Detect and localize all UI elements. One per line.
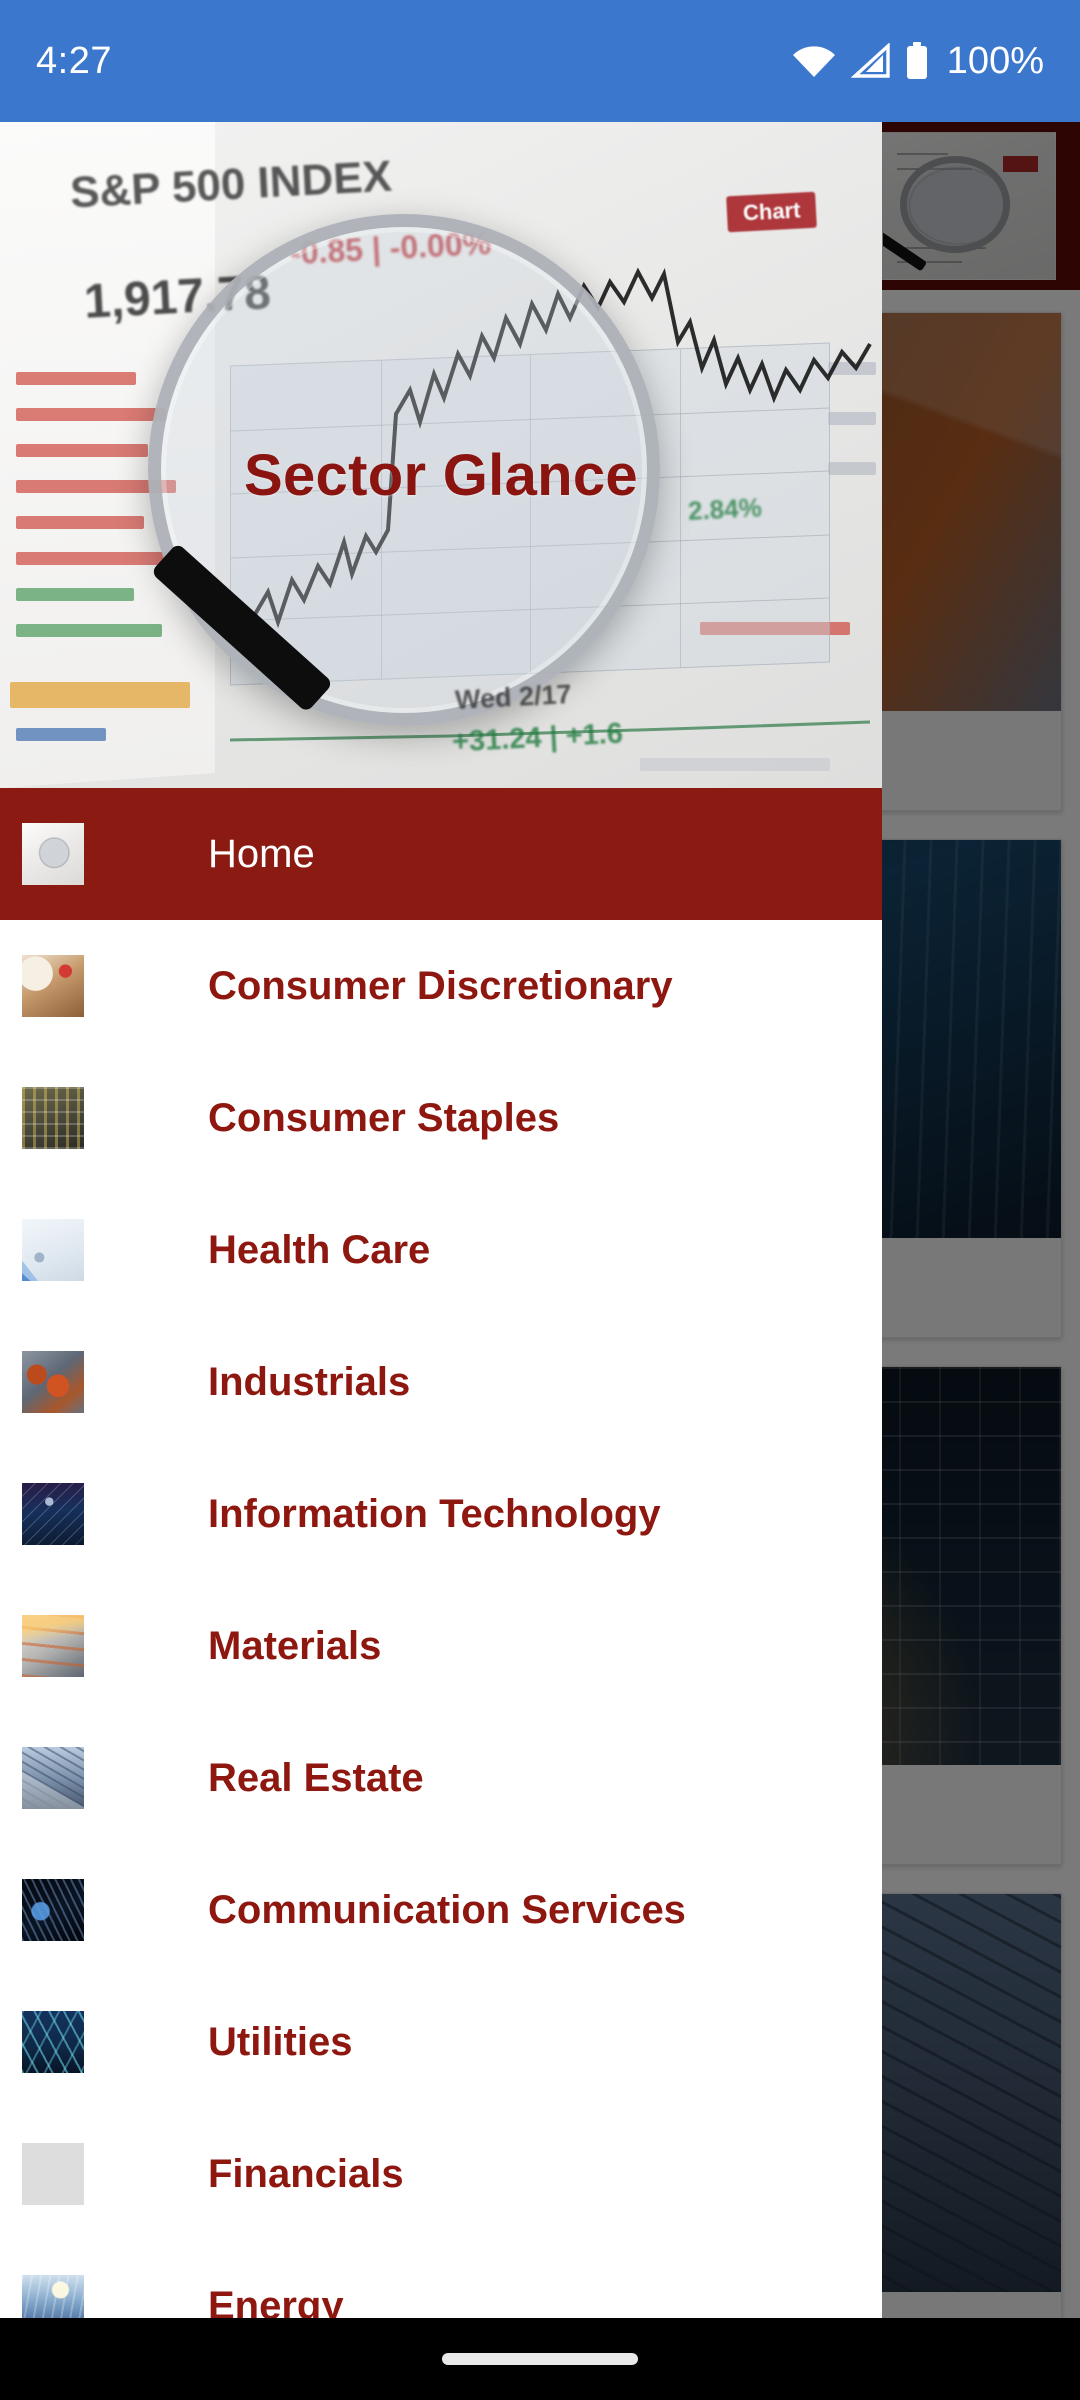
drawer-item-communication-services[interactable]: Communication Services bbox=[0, 1844, 882, 1976]
drawer-item-label: Financials bbox=[208, 2151, 404, 2196]
drawer-item-consumer-discretionary[interactable]: Consumer Discretionary bbox=[0, 920, 882, 1052]
drawer-item-label: Information Technology bbox=[208, 1491, 661, 1536]
drawer-item-thumbnail bbox=[22, 823, 84, 885]
status-bar: 4:27 100% bbox=[0, 0, 1080, 122]
drawer-item-label: Materials bbox=[208, 1623, 382, 1668]
drawer-item-thumbnail bbox=[22, 1087, 84, 1149]
drawer-item-thumbnail bbox=[22, 955, 84, 1017]
drawer-item-materials[interactable]: Materials bbox=[0, 1580, 882, 1712]
drawer-item-label: Real Estate bbox=[208, 1755, 424, 1800]
drawer-item-thumbnail bbox=[22, 2143, 84, 2205]
drawer-item-home[interactable]: Home bbox=[0, 788, 882, 920]
home-gesture-pill[interactable] bbox=[442, 2353, 638, 2365]
app-title: Sector Glance bbox=[244, 443, 638, 508]
drawer-item-thumbnail bbox=[22, 1615, 84, 1677]
backdrop-date: Wed 2/17 bbox=[454, 678, 573, 716]
gesture-navigation-bar bbox=[0, 2318, 1080, 2400]
drawer-item-industrials[interactable]: Industrials bbox=[0, 1316, 882, 1448]
status-time: 4:27 bbox=[36, 39, 112, 82]
battery-icon bbox=[906, 42, 927, 79]
drawer-item-utilities[interactable]: Utilities bbox=[0, 1976, 882, 2108]
drawer-item-thumbnail bbox=[22, 1879, 84, 1941]
drawer-item-thumbnail bbox=[22, 1219, 84, 1281]
battery-percent-label: 100% bbox=[946, 39, 1044, 82]
drawer-item-real-estate[interactable]: Real Estate bbox=[0, 1712, 882, 1844]
drawer-item-thumbnail bbox=[22, 1747, 84, 1809]
backdrop-chart-chip: Chart bbox=[725, 191, 817, 233]
drawer-item-label: Home bbox=[208, 831, 315, 876]
drawer-header: S&P 500 INDEX 1,917.78 -0.85 | -0.00% Ch… bbox=[0, 122, 882, 788]
drawer-item-label: Consumer Staples bbox=[208, 1095, 560, 1140]
status-indicators: 100% bbox=[791, 40, 1044, 83]
drawer-item-thumbnail bbox=[22, 1483, 84, 1545]
drawer-item-information-technology[interactable]: Information Technology bbox=[0, 1448, 882, 1580]
navigation-drawer: S&P 500 INDEX 1,917.78 -0.85 | -0.00% Ch… bbox=[0, 122, 882, 2400]
cellular-signal-icon bbox=[850, 43, 890, 78]
drawer-item-consumer-staples[interactable]: Consumer Staples bbox=[0, 1052, 882, 1184]
drawer-item-label: Industrials bbox=[208, 1359, 411, 1404]
drawer-item-financials[interactable]: Financials bbox=[0, 2108, 882, 2240]
drawer-item-thumbnail bbox=[22, 2011, 84, 2073]
phone-screen: Industrials Financials Information Technol… bbox=[0, 0, 1080, 2400]
drawer-item-label: Consumer Discretionary bbox=[208, 963, 673, 1008]
drawer-item-health-care[interactable]: Health Care bbox=[0, 1184, 882, 1316]
drawer-item-label: Communication Services bbox=[208, 1887, 686, 1932]
wifi-icon bbox=[792, 46, 835, 77]
drawer-menu-list: Home Consumer Discretionary Consumer Stapl… bbox=[0, 788, 882, 2400]
drawer-item-thumbnail bbox=[22, 1351, 84, 1413]
drawer-item-label: Utilities bbox=[208, 2019, 353, 2064]
drawer-item-label: Health Care bbox=[208, 1227, 431, 1272]
